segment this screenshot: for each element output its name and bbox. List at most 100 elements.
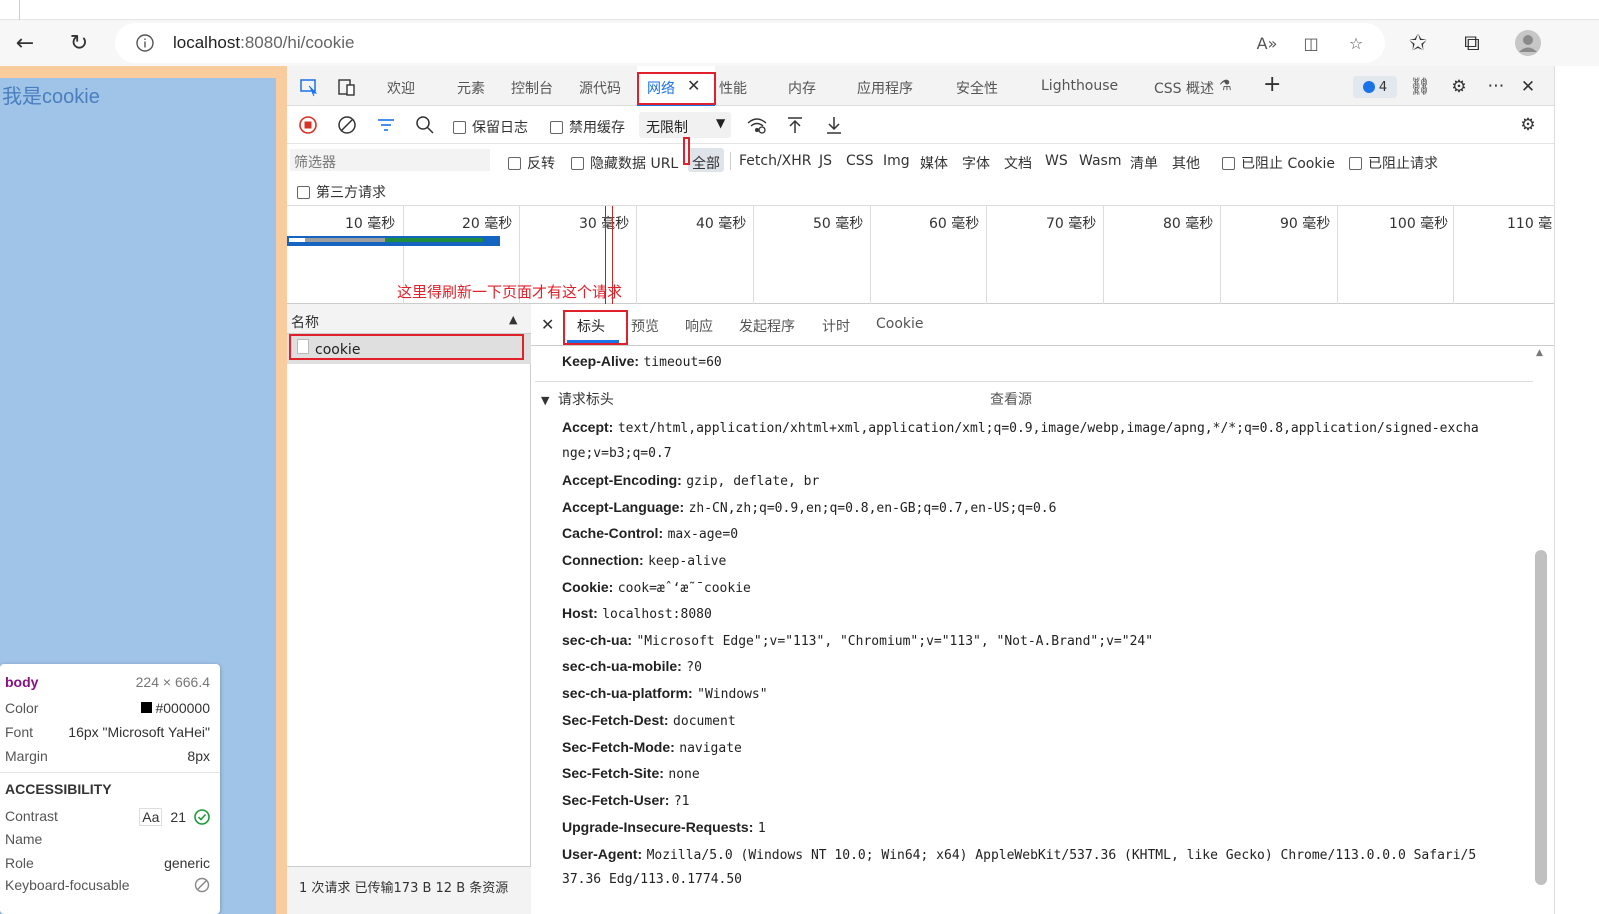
export-har-icon[interactable] (822, 113, 846, 137)
more-options-icon[interactable]: ⋯ (1484, 74, 1508, 98)
detail-tab-cookies[interactable]: Cookie (876, 316, 924, 332)
filter-type-js[interactable]: JS (819, 153, 832, 169)
blocked-requests-label: 已阻止请求 (1368, 156, 1438, 172)
page-text: 我是cookie (2, 86, 100, 108)
tab-lighthouse[interactable]: Lighthouse (1041, 78, 1118, 94)
tab-memory[interactable]: 内存 (788, 78, 816, 98)
tab-application[interactable]: 应用程序 (857, 78, 913, 98)
header-name: sec-ch-ua-mobile: (562, 658, 682, 674)
scroll-up-arrow-icon[interactable]: ▲ (1536, 348, 1543, 358)
filter-type-img[interactable]: Img (883, 153, 910, 169)
filter-type-wasm[interactable]: Wasm (1079, 153, 1121, 169)
timeline-gridline (753, 206, 754, 304)
timeline-gridline (636, 206, 637, 304)
blocked-requests-checkbox[interactable]: 已阻止请求 (1349, 153, 1438, 173)
read-aloud-icon[interactable]: A» (1255, 31, 1279, 55)
refresh-icon[interactable]: ↻ (64, 28, 94, 58)
tooltip-font-value: 16px "Microsoft YaHei" (68, 724, 210, 740)
detail-tab-response[interactable]: 响应 (685, 316, 713, 336)
network-conditions-icon[interactable] (745, 113, 769, 137)
tab-welcome[interactable]: 欢迎 (387, 78, 415, 98)
third-party-checkbox[interactable]: 第三方请求 (297, 182, 386, 202)
detail-tab-initiator[interactable]: 发起程序 (739, 316, 795, 336)
tab-elements[interactable]: 元素 (457, 78, 485, 98)
tab-css-overview[interactable]: CSS 概述 (1154, 78, 1214, 98)
filter-input[interactable]: 筛选器 (290, 149, 490, 171)
sort-ascending-icon[interactable]: ▲ (509, 313, 517, 326)
filter-type-manifest[interactable]: 清单 (1130, 153, 1158, 173)
address-bar[interactable]: localhost:8080/hi/cookie A» ◫ ☆ (115, 23, 1385, 63)
more-tabs-plus-icon[interactable]: + (1263, 72, 1281, 97)
filter-type-fetch-xhr[interactable]: Fetch/XHR (739, 153, 812, 169)
timeline-tick-label: 80 毫秒 (1163, 216, 1214, 232)
tab-sources[interactable]: 源代码 (579, 78, 621, 98)
timeline-tick-label: 40 毫秒 (696, 216, 747, 232)
header-value: "Microsoft Edge";v="113", "Chromium";v="… (636, 634, 1154, 649)
throttle-select[interactable]: 无限制 ▼ (639, 112, 731, 138)
preserve-log-checkbox[interactable]: 保留日志 (453, 117, 528, 137)
profile-avatar[interactable] (1513, 28, 1543, 58)
network-settings-gear-icon[interactable]: ⚙ (1516, 113, 1540, 137)
detail-tab-preview[interactable]: 预览 (631, 316, 659, 336)
annotation-box-throttle-marker (683, 137, 690, 165)
header-row: sec-ch-ua-platform: "Windows" (562, 685, 768, 702)
issues-badge[interactable]: 4 (1353, 76, 1397, 98)
filter-type-ws[interactable]: WS (1045, 153, 1068, 169)
tab-console[interactable]: 控制台 (511, 78, 553, 98)
record-stop-icon[interactable] (296, 113, 320, 137)
timeline-gridline (1220, 206, 1221, 304)
filter-type-other[interactable]: 其他 (1172, 153, 1200, 173)
tooltip-margin-label: Margin (5, 748, 48, 764)
header-row: Connection: keep-alive (562, 552, 726, 569)
blocked-cookies-checkbox[interactable]: 已阻止 Cookie (1222, 153, 1335, 173)
customize-icon[interactable]: ⛓ (1408, 75, 1432, 99)
close-details-icon[interactable]: ✕ (541, 315, 554, 334)
favorites-icon[interactable]: ✩ (1403, 28, 1433, 58)
header-name: Cache-Control: (562, 525, 664, 541)
back-icon[interactable]: ← (10, 28, 40, 58)
disable-cache-label: 禁用缓存 (569, 120, 625, 136)
tab-performance[interactable]: 性能 (719, 78, 747, 98)
checkbox-box (297, 185, 310, 199)
device-toolbar-icon[interactable] (335, 75, 359, 99)
collections-icon[interactable]: ⧉ (1457, 28, 1487, 58)
disable-cache-checkbox[interactable]: 禁用缓存 (550, 117, 625, 137)
chevron-down-icon: ▼ (716, 116, 726, 130)
filter-type-css[interactable]: CSS (846, 153, 874, 169)
tooltip-divider (0, 772, 220, 773)
clear-icon[interactable] (335, 113, 359, 137)
requests-list-header[interactable]: 名称 ▲ (287, 304, 531, 334)
annotation-box-headers-tab (563, 310, 628, 345)
filter-type-doc[interactable]: 文档 (1004, 153, 1032, 173)
view-source-link[interactable]: 查看源 (990, 389, 1032, 409)
close-devtools-icon[interactable]: ✕ (1516, 75, 1540, 99)
timeline-gridline (1453, 206, 1454, 304)
settings-gear-icon[interactable]: ⚙ (1447, 75, 1471, 99)
url-text[interactable]: localhost:8080/hi/cookie (173, 33, 354, 53)
inspect-element-icon[interactable] (297, 75, 321, 99)
search-icon[interactable] (413, 113, 437, 137)
filter-type-all[interactable]: 全部 (692, 153, 720, 173)
header-value: Mozilla/5.0 (Windows NT 10.0; Win64; x64… (646, 848, 1477, 863)
add-favorite-icon[interactable]: ☆ (1344, 31, 1368, 55)
hide-data-urls-checkbox[interactable]: 隐藏数据 URL (571, 153, 678, 173)
details-scrollbar-thumb[interactable] (1535, 550, 1547, 885)
tab-security[interactable]: 安全性 (956, 78, 998, 98)
header-row: Sec-Fetch-Site: none (562, 765, 700, 782)
contrast-sample: Aa (139, 808, 163, 826)
request-headers-section-toggle[interactable]: ▼ 请求标头 (541, 389, 614, 409)
filter-icon[interactable] (374, 113, 398, 137)
detail-tab-timing[interactable]: 计时 (822, 316, 850, 336)
timeline-tick-label: 10 毫秒 (345, 216, 396, 232)
tooltip-size: 224 × 666.4 (135, 674, 210, 690)
timeline-gridline (1337, 206, 1338, 304)
import-har-icon[interactable] (783, 113, 807, 137)
filter-type-media[interactable]: 媒体 (920, 153, 948, 173)
invert-checkbox[interactable]: 反转 (508, 153, 555, 173)
info-icon[interactable] (133, 31, 157, 55)
network-timeline-overview[interactable]: 10 毫秒 20 毫秒 30 毫秒 40 毫秒 50 毫秒 60 毫秒 70 毫… (287, 206, 1554, 304)
filter-type-font[interactable]: 字体 (962, 153, 990, 173)
header-value: none (668, 767, 700, 782)
header-value: zh-CN,zh;q=0.9,en;q=0.8,en-GB;q=0.7,en-U… (688, 501, 1057, 516)
split-screen-icon[interactable]: ◫ (1299, 31, 1323, 55)
